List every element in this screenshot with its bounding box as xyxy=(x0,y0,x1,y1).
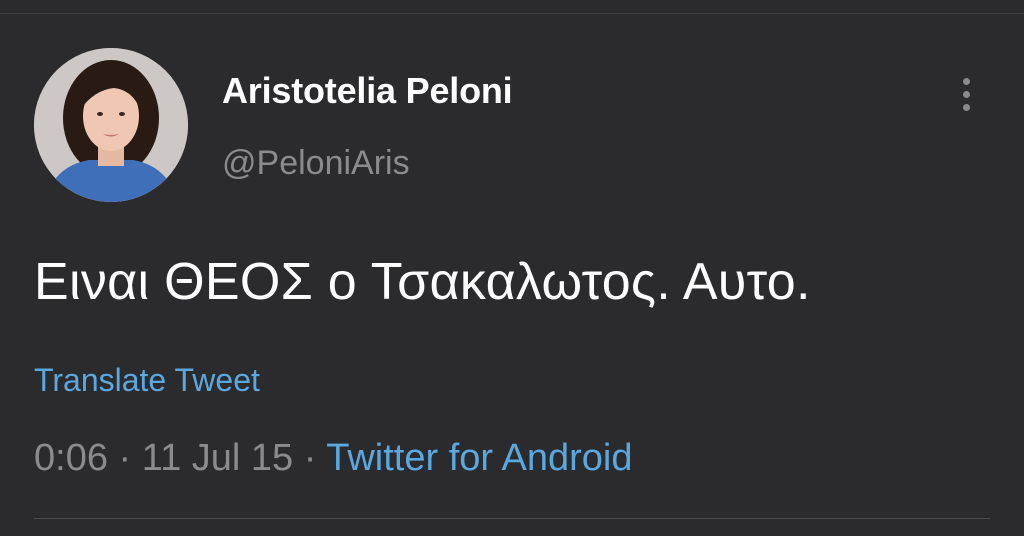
bottom-divider xyxy=(34,518,990,519)
translate-tweet-link[interactable]: Translate Tweet xyxy=(34,362,260,399)
tweet-time: 0:06 xyxy=(34,437,108,479)
more-options-icon[interactable] xyxy=(950,72,982,116)
dot xyxy=(962,77,970,85)
avatar[interactable] xyxy=(34,48,188,202)
tweet-client-link[interactable]: Twitter for Android xyxy=(326,437,632,479)
tweet-text: Ειναι ΘΕΟΣ ο Τσακαλωτος. Αυτο. xyxy=(34,253,811,311)
meta-separator: · xyxy=(107,437,142,479)
user-handle[interactable]: @PeloniAris xyxy=(222,144,410,183)
dot xyxy=(962,90,970,98)
tweet-meta: 0:06 · 11 Jul 15 · Twitter for Android xyxy=(34,437,633,480)
user-display-name[interactable]: Aristotelia Peloni xyxy=(222,70,513,112)
avatar-photo-icon xyxy=(34,48,188,202)
meta-separator: · xyxy=(293,437,327,479)
top-divider xyxy=(0,13,1024,14)
tweet-card: Aristotelia Peloni @PeloniAris Ειναι ΘΕΟ… xyxy=(0,0,1024,536)
dot xyxy=(962,103,970,111)
tweet-date: 11 Jul 15 xyxy=(141,437,294,479)
